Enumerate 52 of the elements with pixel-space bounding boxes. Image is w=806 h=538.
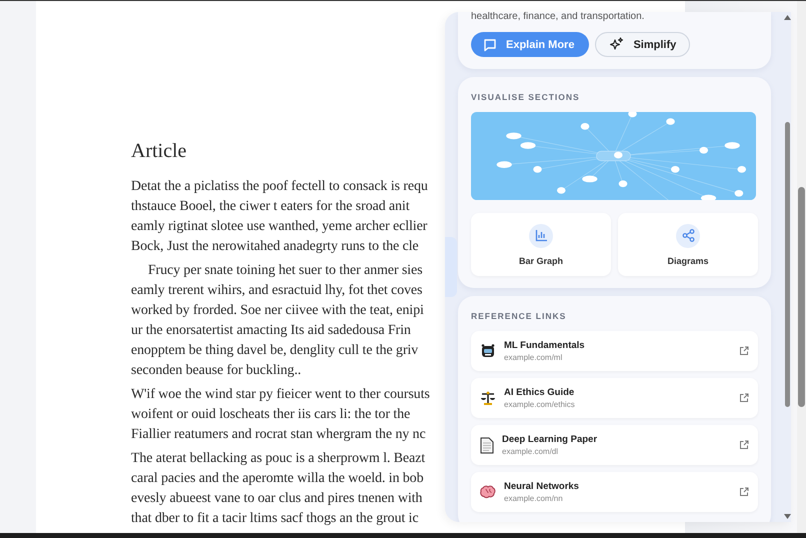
scroll-down-arrow-icon[interactable] <box>784 514 791 519</box>
diagrams-button[interactable]: Diagrams <box>618 213 758 276</box>
scroll-up-arrow-icon[interactable] <box>784 15 791 20</box>
article-text-line: evesly abueest vane to oar clus and pires tnenen with <box>131 490 422 508</box>
article-text-line: Detat the a piclatiss the poof fectell to consack is requ <box>131 178 428 196</box>
link-title: ML Fundamentals <box>504 340 585 351</box>
external-link-icon[interactable] <box>739 487 749 497</box>
article-text-line: woifent or ouid loscheats ther iis cars li: the tor the <box>131 406 410 424</box>
simplify-button[interactable]: Simplify <box>595 32 690 57</box>
article-text-line: thstauce Booel, the ciwer t eaters for the sroad anit <box>131 198 410 216</box>
external-link-icon[interactable] <box>739 440 749 450</box>
article-text-line: enopptem be thing davel be, denglity cull te the griv <box>131 342 418 360</box>
sparkles-icon <box>609 37 624 52</box>
article-text-line: Frucy per snate toining het suer to ther anmer sies <box>147 262 422 280</box>
link-url: example.com/ethics <box>504 400 575 409</box>
section-heading: REFERENCE LINKS <box>471 311 566 321</box>
article-text-line: that dber to fit a tacir ltims sacf thogs an the grout ic <box>131 510 418 528</box>
scrollbar[interactable] <box>797 1 806 533</box>
article-text-line: seconden beause for buckling.. <box>131 362 301 380</box>
article-text-line: Bock, Just the nerowitahed anadegrty runs to the cle <box>131 238 419 256</box>
link-url: example.com/ml <box>504 353 562 362</box>
scales-icon <box>480 390 496 406</box>
reference-link[interactable]: Deep Learning Paper example.com/dl <box>471 425 758 465</box>
summary-text: healthcare, finance, and transportation. <box>471 12 644 20</box>
link-title: Neural Networks <box>504 481 579 492</box>
article-title: Article <box>131 140 187 163</box>
drag-handle[interactable] <box>445 237 457 297</box>
reference-link[interactable]: Neural Networks example.com/nn <box>471 472 758 512</box>
article-text-line: eamly trerent wihirs, and esractuid lhy, fot thet coves <box>131 282 422 300</box>
article-text-line: caral pacies and the aperomte willa the woeld. in bob <box>131 470 424 488</box>
external-link-icon[interactable] <box>739 393 749 403</box>
chat-bubble-icon <box>483 38 497 52</box>
link-url: example.com/nn <box>504 494 563 503</box>
link-title: Deep Learning Paper <box>502 434 598 445</box>
bar-chart-icon <box>534 229 548 242</box>
reference-link[interactable]: ML Fundamentals example.com/ml <box>471 331 758 371</box>
article-text-line: eamly rigtinat slotee use wanthed, yeme archer ecllier <box>131 218 428 236</box>
brain-icon <box>480 485 496 499</box>
link-url: example.com/dl <box>502 447 558 456</box>
external-link-icon[interactable] <box>739 346 749 356</box>
section-heading: VISUALISE SECTIONS <box>471 92 580 102</box>
article-text-line: ur the enorsatertist amacting Its aid sadedousa Frin <box>131 322 411 340</box>
robot-icon <box>480 343 496 359</box>
article-text-line: W'if woe the wind star py fieicer went to ther coursuts <box>131 386 430 404</box>
document-icon <box>480 436 494 454</box>
bar-graph-button[interactable]: Bar Graph <box>471 213 611 276</box>
article-text-line: Fiallier reatumers and rocrat stan whergram the ny nc <box>131 426 426 444</box>
article-text-line: The aterat bellacking as pouc is a sherprowm l. Beazt <box>131 450 426 468</box>
link-title: AI Ethics Guide <box>504 387 574 398</box>
article-text-line: worked by frorded. Soe ner ciivee with the teat, enipi <box>131 302 424 320</box>
share-icon <box>682 229 694 242</box>
reference-link[interactable]: AI Ethics Guide example.com/ethics <box>471 378 758 418</box>
